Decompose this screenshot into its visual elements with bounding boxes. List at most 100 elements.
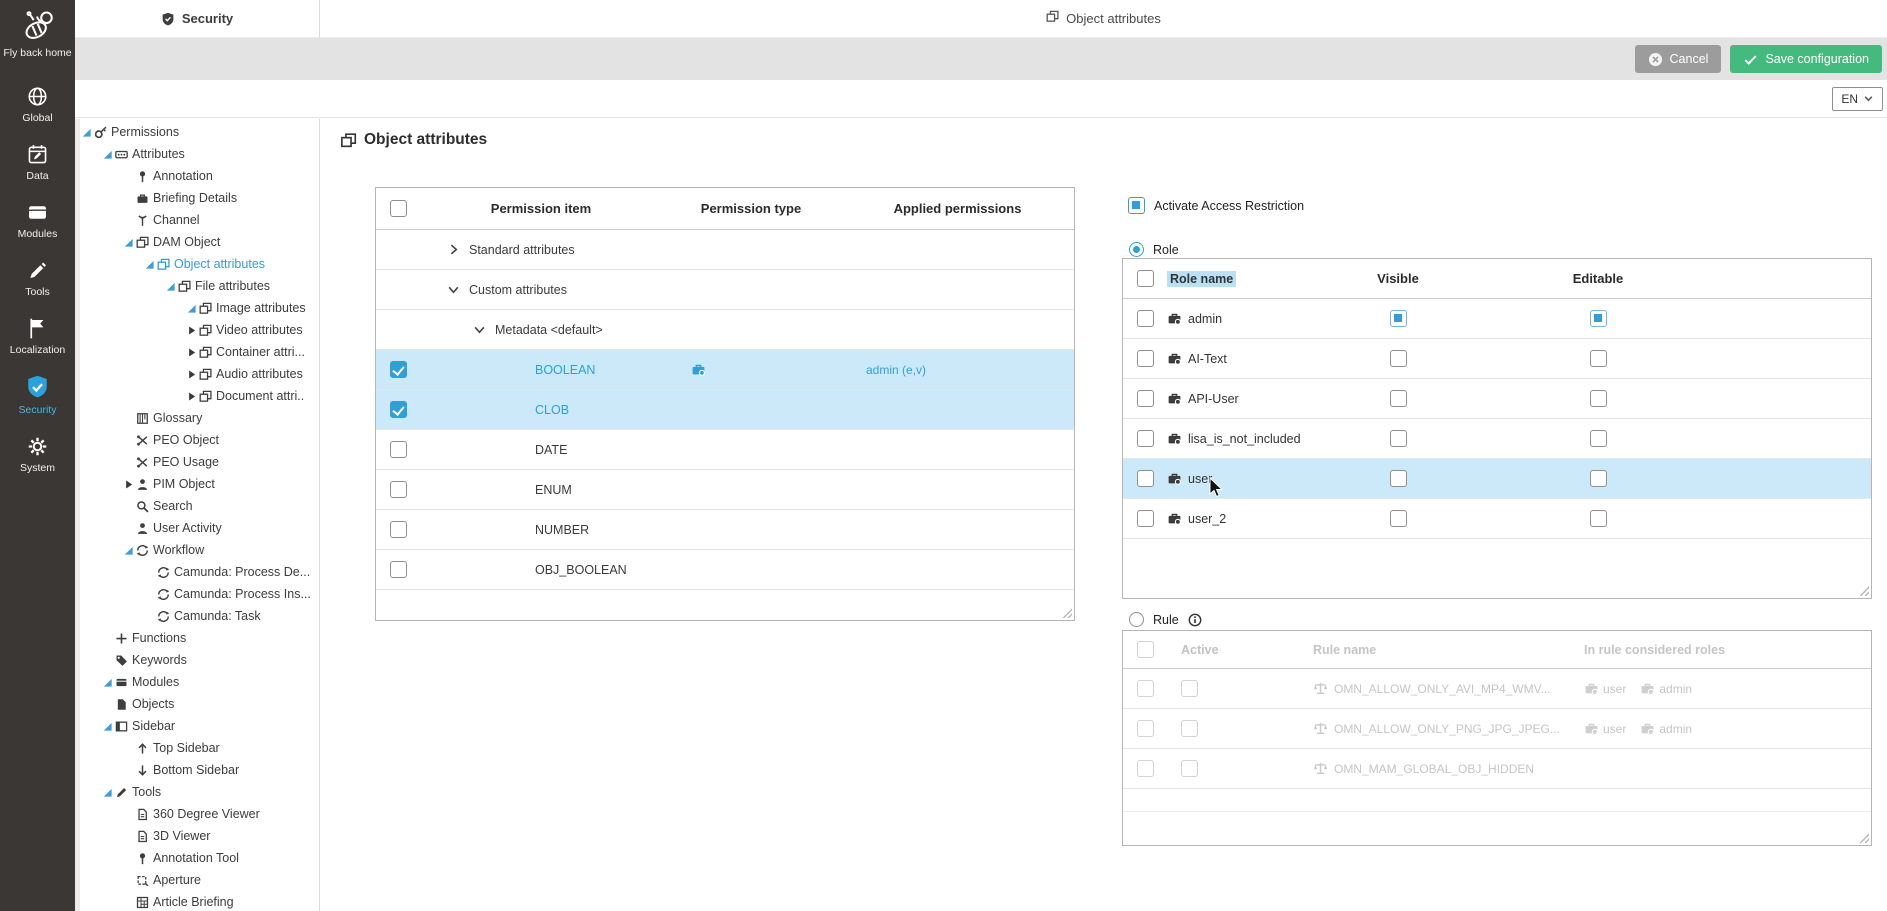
visible-checkbox[interactable] (1390, 350, 1407, 367)
tree-item-search[interactable]: Search (75, 495, 319, 517)
chevron-down-icon[interactable] (447, 283, 460, 296)
editable-checkbox[interactable] (1590, 430, 1607, 447)
tree-item-peo-object[interactable]: PEO Object (75, 429, 319, 451)
tree-item-tools[interactable]: Tools (75, 781, 319, 803)
role-row-admin[interactable]: admin (1123, 299, 1871, 339)
visible-checkbox[interactable] (1390, 390, 1407, 407)
role-select-checkbox[interactable] (1137, 510, 1154, 527)
permission-checkbox[interactable] (390, 401, 407, 418)
caret-expanded-icon[interactable] (101, 148, 113, 160)
role-row-lisa-is-not-included[interactable]: lisa_is_not_included (1123, 419, 1871, 459)
tree-item-video-attributes[interactable]: Video attributes (75, 319, 319, 341)
role-select-checkbox[interactable] (1137, 310, 1154, 327)
caret-expanded-icon[interactable] (122, 544, 134, 556)
role-row-ai-text[interactable]: AI-Text (1123, 339, 1871, 379)
tree-item-workflow[interactable]: Workflow (75, 539, 319, 561)
tree-item-objects[interactable]: Objects (75, 693, 319, 715)
tree-item-3d-viewer[interactable]: 3D Viewer (75, 825, 319, 847)
rail-item-system[interactable]: System (0, 434, 75, 475)
tree-item-annotation[interactable]: Annotation (75, 165, 319, 187)
tree-item-camunda-task[interactable]: Camunda: Task (75, 605, 319, 627)
rail-item-data[interactable]: Data (0, 142, 75, 183)
save-configuration-button[interactable]: Save configuration (1730, 45, 1882, 73)
role-select-checkbox[interactable] (1137, 350, 1154, 367)
tree-item-channel[interactable]: Channel (75, 209, 319, 231)
rail-item-modules[interactable]: Modules (0, 200, 75, 241)
tree-item-image-attributes[interactable]: Image attributes (75, 297, 319, 319)
permission-checkbox[interactable] (390, 561, 407, 578)
tree-item-article-briefing[interactable]: Article Briefing (75, 891, 319, 911)
caret-collapsed-icon[interactable] (185, 368, 197, 380)
tree-item-file-attributes[interactable]: File attributes (75, 275, 319, 297)
visible-checkbox[interactable] (1390, 310, 1407, 327)
activate-access-restriction-checkbox[interactable] (1128, 197, 1145, 214)
editable-checkbox[interactable] (1590, 390, 1607, 407)
resize-handle[interactable] (1858, 585, 1869, 596)
editable-checkbox[interactable] (1590, 310, 1607, 327)
tree-item-bottom-sidebar[interactable]: Bottom Sidebar (75, 759, 319, 781)
rail-item-security[interactable]: Security (0, 374, 75, 417)
permission-checkbox[interactable] (390, 441, 407, 458)
tree-item-keywords[interactable]: Keywords (75, 649, 319, 671)
rail-item-tools[interactable]: Tools (0, 258, 75, 299)
editable-checkbox[interactable] (1590, 350, 1607, 367)
permission-row-obj-boolean[interactable]: OBJ_BOOLEAN (376, 550, 1074, 590)
tree-item-container-attri[interactable]: Container attri... (75, 341, 319, 363)
permission-checkbox[interactable] (390, 521, 407, 538)
caret-expanded-icon[interactable] (101, 676, 113, 688)
role-select-checkbox[interactable] (1137, 390, 1154, 407)
select-all-checkbox[interactable] (390, 200, 407, 217)
editable-checkbox[interactable] (1590, 510, 1607, 527)
permission-checkbox[interactable] (390, 481, 407, 498)
permission-row-custom-attributes[interactable]: Custom attributes (376, 270, 1074, 310)
role-radio[interactable] (1129, 242, 1144, 257)
tree-item-permissions[interactable]: Permissions (75, 121, 319, 143)
tree-item-attributes[interactable]: Attributes (75, 143, 319, 165)
rail-item-fly-back-home[interactable]: Fly back home (0, 8, 75, 60)
tree-item-pim-object[interactable]: PIM Object (75, 473, 319, 495)
tree-item-audio-attributes[interactable]: Audio attributes (75, 363, 319, 385)
caret-expanded-icon[interactable] (80, 126, 92, 138)
tree-item-camunda-process-ins[interactable]: Camunda: Process Ins... (75, 583, 319, 605)
caret-collapsed-icon[interactable] (185, 324, 197, 336)
info-icon[interactable] (1188, 613, 1202, 627)
permission-row-clob[interactable]: CLOB (376, 390, 1074, 430)
role-select-checkbox[interactable] (1137, 430, 1154, 447)
role-select-all-checkbox[interactable] (1137, 270, 1154, 287)
tree-item-camunda-process-de[interactable]: Camunda: Process De... (75, 561, 319, 583)
caret-expanded-icon[interactable] (164, 280, 176, 292)
role-row-api-user[interactable]: API-User (1123, 379, 1871, 419)
tree-item-annotation-tool[interactable]: Annotation Tool (75, 847, 319, 869)
permission-row-date[interactable]: DATE (376, 430, 1074, 470)
tree-item-360-degree-viewer[interactable]: 360 Degree Viewer (75, 803, 319, 825)
rule-radio[interactable] (1129, 612, 1144, 627)
tree-item-sidebar[interactable]: Sidebar (75, 715, 319, 737)
resize-handle[interactable] (1858, 832, 1869, 843)
role-row-user-2[interactable]: user_2 (1123, 499, 1871, 539)
tree-item-user-activity[interactable]: User Activity (75, 517, 319, 539)
tree-item-object-attributes[interactable]: Object attributes (75, 253, 319, 275)
tree-item-aperture[interactable]: Aperture (75, 869, 319, 891)
visible-checkbox[interactable] (1390, 510, 1407, 527)
caret-collapsed-icon[interactable] (122, 478, 134, 490)
visible-checkbox[interactable] (1390, 470, 1407, 487)
rail-item-localization[interactable]: Localization (0, 316, 75, 357)
tree-item-top-sidebar[interactable]: Top Sidebar (75, 737, 319, 759)
caret-expanded-icon[interactable] (122, 236, 134, 248)
caret-expanded-icon[interactable] (143, 258, 155, 270)
caret-collapsed-icon[interactable] (185, 390, 197, 402)
visible-checkbox[interactable] (1390, 430, 1407, 447)
tree-item-peo-usage[interactable]: PEO Usage (75, 451, 319, 473)
caret-expanded-icon[interactable] (185, 302, 197, 314)
tree-item-glossary[interactable]: Glossary (75, 407, 319, 429)
caret-expanded-icon[interactable] (101, 786, 113, 798)
permission-checkbox[interactable] (390, 361, 407, 378)
caret-collapsed-icon[interactable] (185, 346, 197, 358)
language-dropdown[interactable]: EN (1832, 87, 1883, 111)
resize-handle[interactable] (1061, 607, 1072, 618)
caret-expanded-icon[interactable] (101, 720, 113, 732)
permission-row-standard-attributes[interactable]: Standard attributes (376, 230, 1074, 270)
chevron-down-icon[interactable] (473, 323, 486, 336)
tree-item-modules[interactable]: Modules (75, 671, 319, 693)
rail-item-global[interactable]: Global (0, 84, 75, 125)
